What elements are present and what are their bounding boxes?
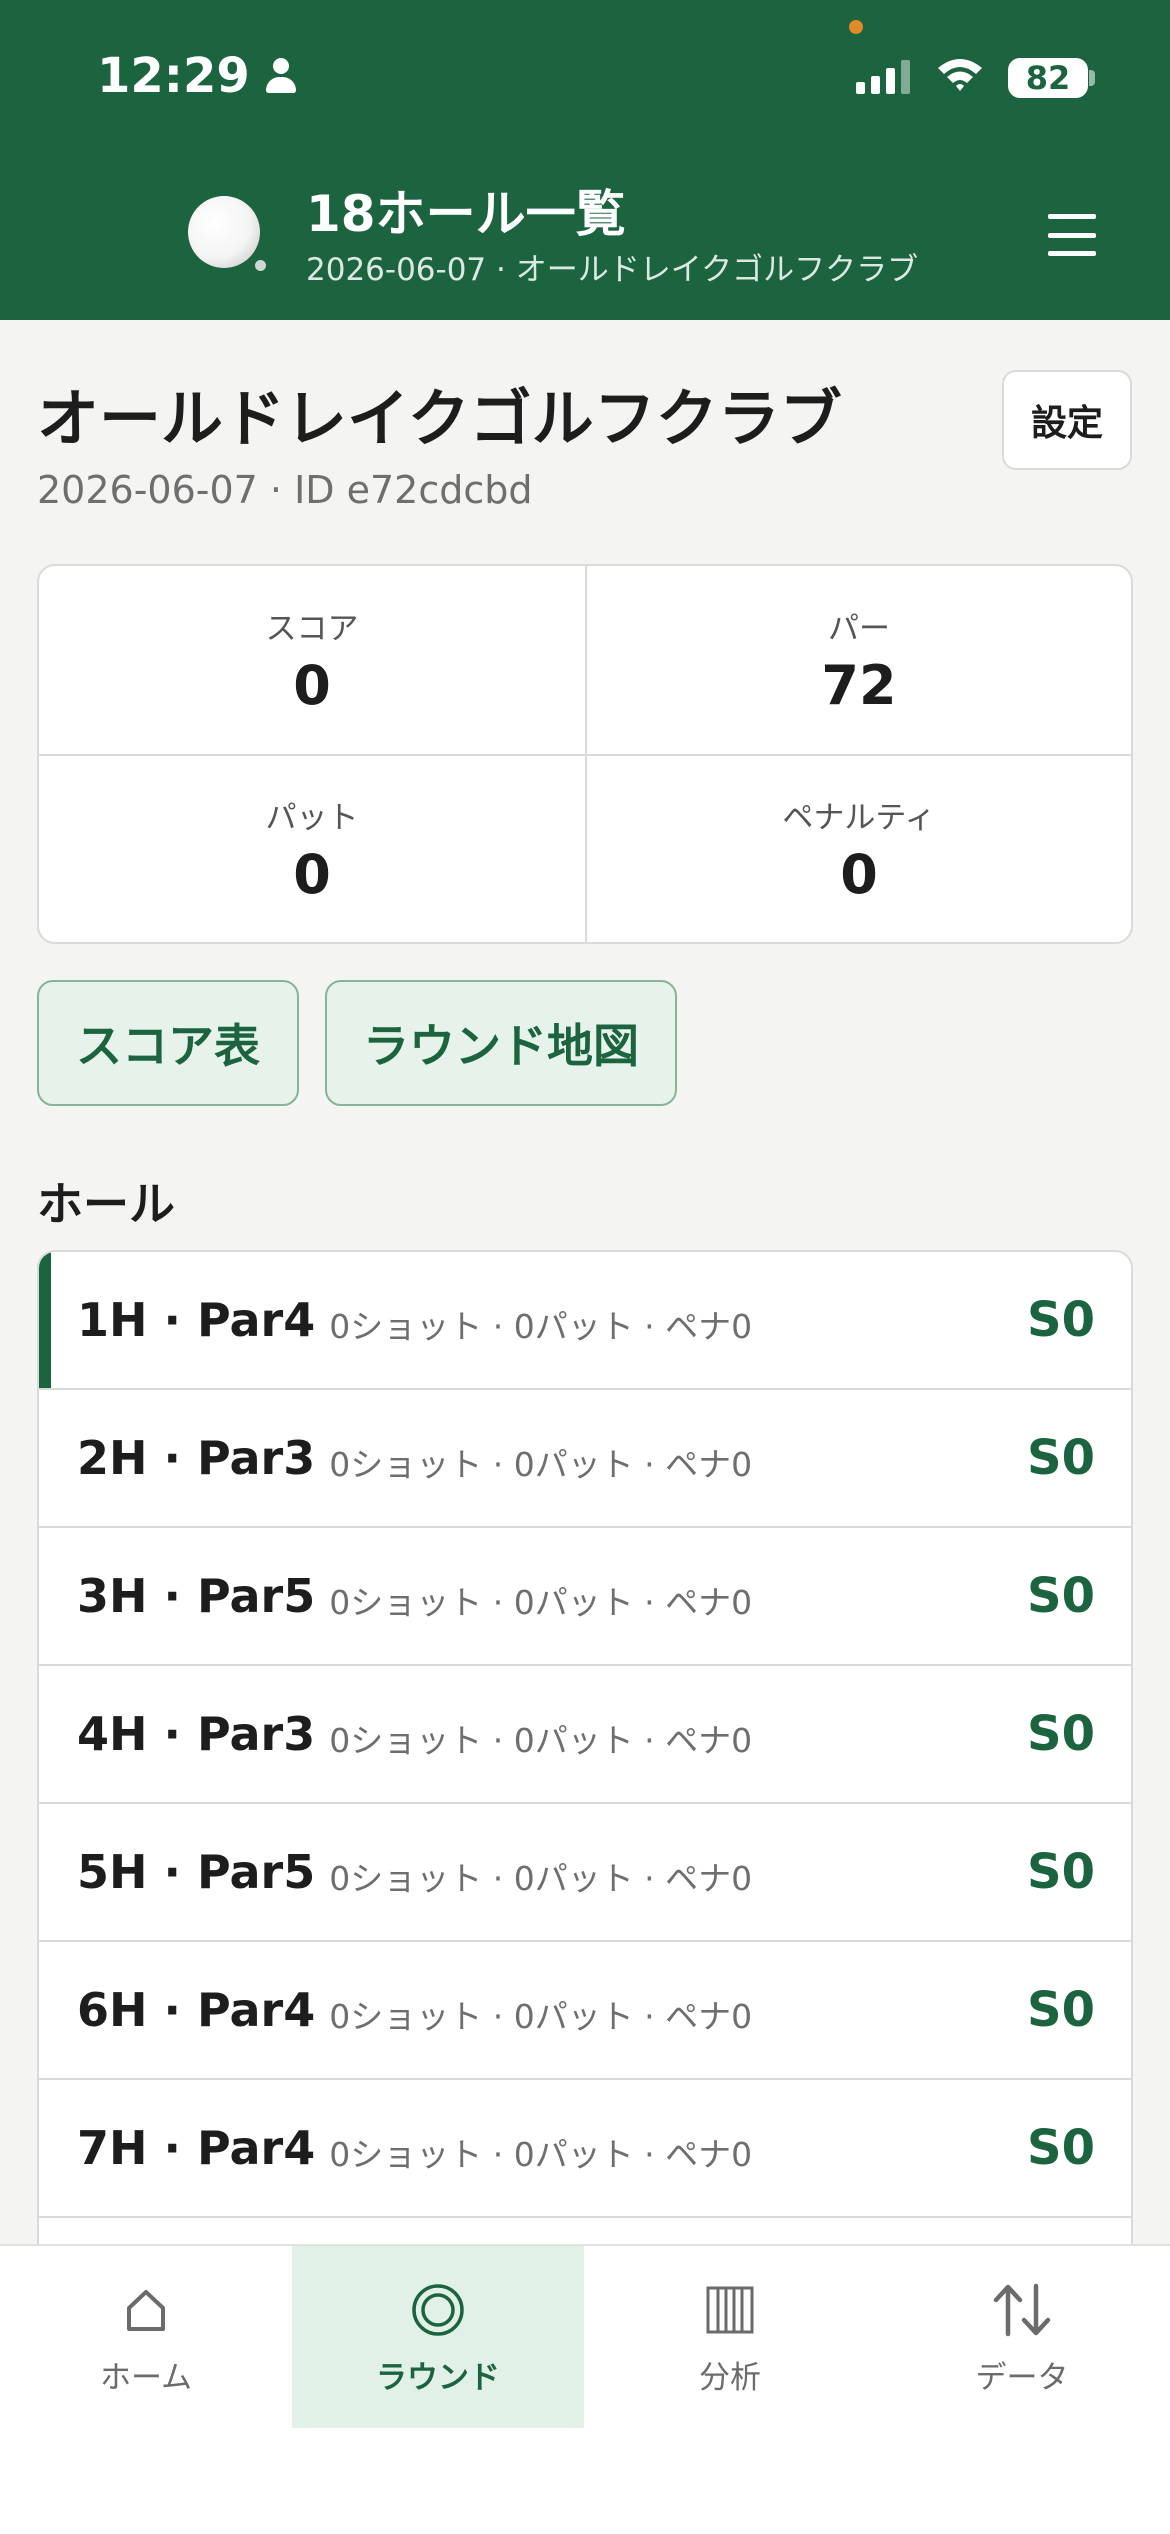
hole-list: 1H · Par4 0ショット · 0パット · ペナ0 S0 2H · Par… bbox=[37, 1250, 1133, 2250]
stat-score: スコア 0 bbox=[39, 566, 585, 754]
stat-value: 72 bbox=[821, 654, 897, 717]
hole-detail: 0ショット · 0パット · ペナ0 bbox=[329, 1307, 753, 1346]
hole-row[interactable]: 4H · Par3 0ショット · 0パット · ペナ0 S0 bbox=[39, 1666, 1131, 1804]
hole-score: S0 bbox=[1027, 2120, 1095, 2176]
nav-label: 分析 bbox=[699, 2359, 761, 2396]
hole-title: 3H · Par5 bbox=[77, 1569, 316, 1623]
round-meta: 2026-06-07 · ID e72cdcbd bbox=[37, 468, 533, 512]
stat-value: 0 bbox=[293, 843, 331, 906]
hole-score: S0 bbox=[1027, 1568, 1095, 1624]
cellular-signal-icon bbox=[856, 58, 910, 94]
privacy-indicator-dot bbox=[849, 20, 863, 34]
hole-row[interactable]: 1H · Par4 0ショット · 0パット · ペナ0 S0 bbox=[39, 1252, 1131, 1390]
stat-label: スコア bbox=[265, 611, 359, 647]
hole-row[interactable]: 6H · Par4 0ショット · 0パット · ペナ0 S0 bbox=[39, 1942, 1131, 2080]
hole-detail: 0ショット · 0パット · ペナ0 bbox=[329, 1859, 753, 1898]
hole-row[interactable]: 2H · Par3 0ショット · 0パット · ペナ0 S0 bbox=[39, 1390, 1131, 1528]
stat-putts: パット 0 bbox=[39, 754, 585, 942]
hole-title: 7H · Par4 bbox=[77, 2121, 316, 2175]
hole-score: S0 bbox=[1027, 1844, 1095, 1900]
hole-row[interactable]: 5H · Par5 0ショット · 0パット · ペナ0 S0 bbox=[39, 1804, 1131, 1942]
chart-bars-icon bbox=[705, 2278, 755, 2342]
status-time-text: 12:29 bbox=[97, 48, 250, 104]
hole-title: 6H · Par4 bbox=[77, 1983, 316, 2037]
status-time: 12:29 bbox=[97, 48, 298, 104]
hole-title: 4H · Par3 bbox=[77, 1707, 316, 1761]
nav-label: データ bbox=[975, 2359, 1069, 2396]
hole-score: S0 bbox=[1027, 1292, 1095, 1348]
header-subtitle: 2026-06-07 · オールドレイクゴルフクラブ bbox=[306, 252, 919, 288]
nav-label: ホーム bbox=[99, 2359, 193, 2396]
stats-grid: スコア 0 パー 72 パット 0 ペナルティ 0 bbox=[37, 564, 1133, 944]
menu-icon[interactable] bbox=[1048, 214, 1096, 256]
golf-ball-icon bbox=[188, 196, 260, 268]
stat-label: ペナルティ bbox=[782, 800, 936, 836]
hole-title: 5H · Par5 bbox=[77, 1845, 316, 1899]
hole-detail: 0ショット · 0パット · ペナ0 bbox=[329, 1445, 753, 1484]
battery-tip bbox=[1089, 70, 1095, 86]
home-icon bbox=[123, 2278, 169, 2342]
hole-score: S0 bbox=[1027, 1430, 1095, 1486]
hole-score: S0 bbox=[1027, 1706, 1095, 1762]
top-bar: 12:29 82 18ホール一覧 2026-06-07 · オールドレイクゴルフ… bbox=[0, 0, 1170, 320]
hole-detail: 0ショット · 0パット · ペナ0 bbox=[329, 2135, 753, 2174]
scorecard-button[interactable]: スコア表 bbox=[37, 980, 299, 1106]
hole-title: 1H · Par4 bbox=[77, 1293, 316, 1347]
nav-item-analysis[interactable]: 分析 bbox=[584, 2246, 876, 2428]
battery-level: 82 bbox=[1025, 59, 1071, 97]
stat-value: 0 bbox=[840, 843, 878, 906]
header-title: 18ホール一覧 bbox=[306, 185, 626, 243]
holes-section-title: ホール bbox=[37, 1177, 175, 1231]
round-map-button[interactable]: ラウンド地図 bbox=[325, 980, 677, 1106]
stat-label: パー bbox=[828, 611, 890, 647]
nav-item-round[interactable]: ラウンド bbox=[292, 2246, 584, 2428]
battery-icon: 82 bbox=[1008, 58, 1088, 98]
transfer-arrows-icon bbox=[990, 2278, 1054, 2342]
stat-value: 0 bbox=[293, 654, 331, 717]
hole-detail: 0ショット · 0パット · ペナ0 bbox=[329, 1721, 753, 1760]
hole-score: S0 bbox=[1027, 1982, 1095, 2038]
nav-item-data[interactable]: データ bbox=[876, 2246, 1168, 2428]
hole-title: 2H · Par3 bbox=[77, 1431, 316, 1485]
nav-item-home[interactable]: ホーム bbox=[0, 2246, 292, 2428]
stat-par: パー 72 bbox=[585, 566, 1131, 754]
ball-shadow-dot bbox=[255, 260, 266, 271]
settings-button[interactable]: 設定 bbox=[1002, 370, 1132, 470]
bottom-nav: ホーム ラウンド 分析 データ bbox=[0, 2244, 1170, 2534]
hole-detail: 0ショット · 0パット · ペナ0 bbox=[329, 1583, 753, 1622]
target-icon bbox=[410, 2278, 466, 2342]
nav-label: ラウンド bbox=[376, 2359, 500, 2396]
stat-penalty: ペナルティ 0 bbox=[585, 754, 1131, 942]
stat-label: パット bbox=[265, 800, 359, 836]
wifi-icon bbox=[938, 59, 982, 91]
course-name: オールドレイクゴルフクラブ bbox=[37, 382, 842, 455]
person-icon bbox=[264, 58, 298, 94]
hole-row[interactable]: 7H · Par4 0ショット · 0パット · ペナ0 S0 bbox=[39, 2080, 1131, 2218]
hole-row[interactable]: 3H · Par5 0ショット · 0パット · ペナ0 S0 bbox=[39, 1528, 1131, 1666]
hole-detail: 0ショット · 0パット · ペナ0 bbox=[329, 1997, 753, 2036]
